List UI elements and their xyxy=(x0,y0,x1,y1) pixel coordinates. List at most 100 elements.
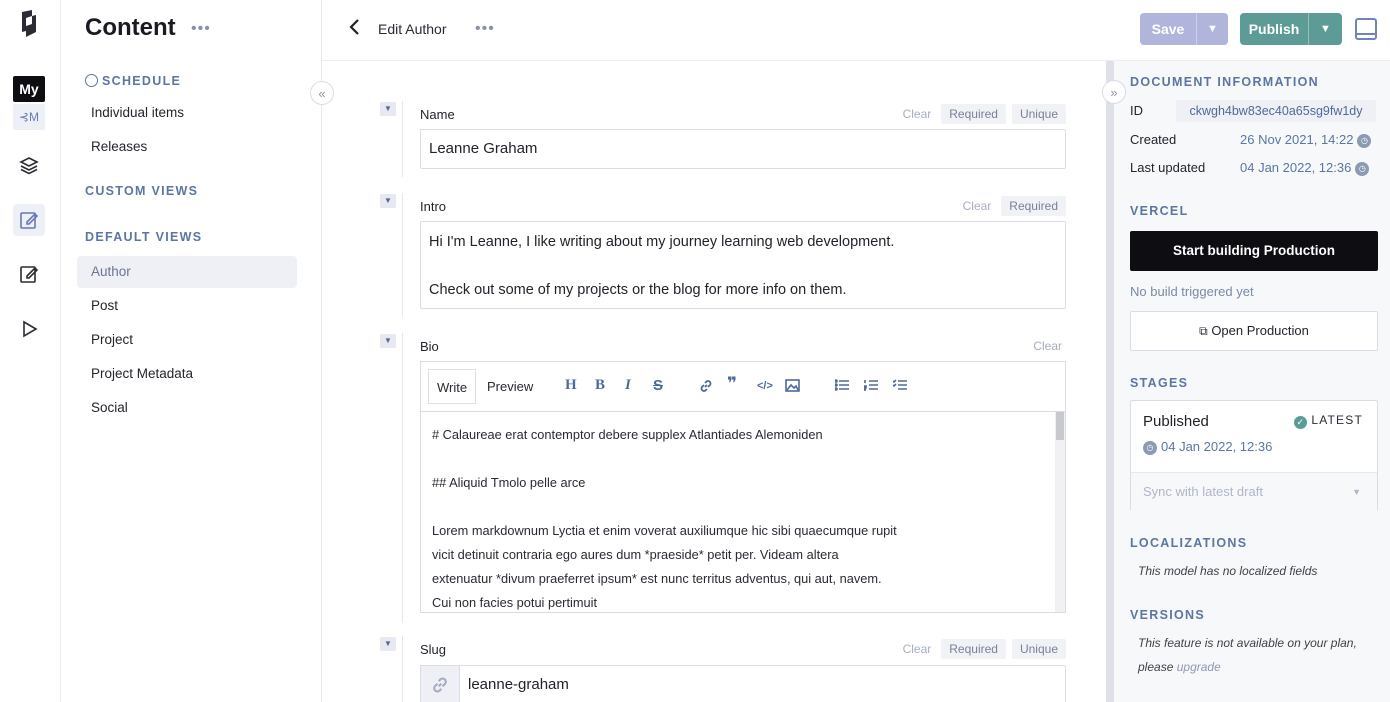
markdown-toolbar: Write Preview H B I S ❞ </> xyxy=(420,361,1066,411)
clear-slug-button[interactable]: Clear xyxy=(899,639,936,659)
field-collapse-icon[interactable]: ▼ xyxy=(380,334,396,348)
unique-badge: Unique xyxy=(1011,104,1066,124)
bio-line: Cui non facies potui pertimuit xyxy=(432,595,598,610)
environment-badge[interactable]: ⊰M xyxy=(13,104,45,130)
bio-line: Lorem markdownum Lyctia et enim voverat … xyxy=(432,523,897,538)
publish-dropdown-icon[interactable]: ▼ xyxy=(1308,13,1342,45)
collapse-sidebar-icon[interactable]: « xyxy=(310,81,334,105)
field-guide xyxy=(402,193,403,317)
intro-line: Check out some of my projects or the blo… xyxy=(429,282,847,298)
sidebar-item-project-metadata[interactable]: Project Metadata xyxy=(77,358,297,390)
slug-badges: Clear Required Unique xyxy=(899,639,1066,659)
content-edit-icon[interactable] xyxy=(13,204,45,236)
italic-icon[interactable]: I xyxy=(625,377,631,394)
expand-panel-icon[interactable]: » xyxy=(1102,80,1126,104)
versions-heading: VERSIONS xyxy=(1130,608,1205,622)
sidebar-item-releases[interactable]: Releases xyxy=(77,131,297,163)
scrollbar-thumb[interactable] xyxy=(1056,412,1064,440)
back-arrow-icon[interactable] xyxy=(348,18,360,42)
save-label[interactable]: Save xyxy=(1140,21,1196,37)
start-building-button[interactable]: Start building Production xyxy=(1130,231,1378,271)
sidebar-item-individual-items[interactable]: Individual items xyxy=(77,97,297,129)
sidebar-item-author[interactable]: Author xyxy=(77,256,297,288)
image-icon[interactable] xyxy=(785,379,800,395)
publish-button[interactable]: Publish ▼ xyxy=(1240,13,1342,45)
slug-label: Slug xyxy=(420,642,447,657)
versions-text: This feature is not available on your pl… xyxy=(1138,636,1357,650)
field-guide xyxy=(402,636,403,702)
quote-icon[interactable]: ❞ xyxy=(727,374,737,394)
stage-date: ◷ 04 Jan 2022, 12:36 xyxy=(1143,439,1272,455)
breadcrumb: Edit Author xyxy=(378,21,447,37)
bio-textarea[interactable]: # Calaureae erat contemptor debere suppl… xyxy=(420,411,1066,613)
sync-draft-select[interactable]: Sync with latest draft ▼ xyxy=(1131,472,1377,511)
hygraph-logo-icon[interactable] xyxy=(13,8,45,40)
save-dropdown-icon[interactable]: ▼ xyxy=(1196,13,1228,45)
default-views-heading: DEFAULT VIEWS xyxy=(85,230,203,244)
clear-bio-button[interactable]: Clear xyxy=(1029,336,1066,356)
localizations-heading: LOCALIZATIONS xyxy=(1130,536,1248,550)
id-value[interactable]: ckwgh4bw83ec40a65sg9fw1dy xyxy=(1176,100,1376,122)
toggle-panel-icon[interactable] xyxy=(1355,18,1377,40)
field-collapse-icon[interactable]: ▼ xyxy=(380,194,396,208)
editor-header: Edit Author ••• Save ▼ Publish ▼ xyxy=(322,0,1390,61)
intro-badges: Clear Required xyxy=(959,196,1066,216)
stage-card: Published ✓ LATEST ◷ 04 Jan 2022, 12:36 Sy… xyxy=(1130,400,1378,511)
slug-input[interactable]: leanne-graham xyxy=(460,665,1066,702)
sidebar-item-post[interactable]: Post xyxy=(77,290,297,322)
field-collapse-icon[interactable]: ▼ xyxy=(380,102,396,116)
edit-icon[interactable] xyxy=(13,258,45,290)
info-panel: DOCUMENT INFORMATION ID ckwgh4bw83ec40a6… xyxy=(1114,61,1390,702)
document-info-heading: DOCUMENT INFORMATION xyxy=(1130,75,1319,89)
sidebar-item-social[interactable]: Social xyxy=(77,392,297,424)
field-guide xyxy=(402,101,403,177)
clear-intro-button[interactable]: Clear xyxy=(959,196,996,216)
required-badge: Required xyxy=(941,639,1006,659)
intro-textarea[interactable]: Hi I'm Leanne, I like writing about my j… xyxy=(420,221,1066,309)
bio-line: extenuatur *divum praeferret ipsum* est … xyxy=(432,571,882,586)
tab-preview[interactable]: Preview xyxy=(479,369,541,404)
avatar-icon: ◷ xyxy=(1357,133,1372,148)
name-label: Name xyxy=(420,107,455,122)
tab-write[interactable]: Write xyxy=(428,369,477,404)
panel-divider[interactable] xyxy=(1106,61,1114,702)
chevron-down-icon: ▼ xyxy=(1352,487,1361,497)
stages-heading: STAGES xyxy=(1130,376,1189,390)
updated-value: 04 Jan 2022, 12:36 ◷ xyxy=(1240,160,1370,176)
bold-icon[interactable]: B xyxy=(595,377,605,394)
code-icon[interactable]: </> xyxy=(757,380,773,392)
updated-label: Last updated xyxy=(1130,160,1206,175)
latest-badge: ✓ LATEST xyxy=(1294,413,1363,429)
field-collapse-icon[interactable]: ▼ xyxy=(380,637,396,651)
bullet-list-icon[interactable] xyxy=(834,379,849,394)
required-badge: Required xyxy=(941,104,1006,124)
build-status: No build triggered yet xyxy=(1130,284,1254,299)
name-input[interactable]: Leanne Graham xyxy=(420,129,1066,169)
project-avatar[interactable]: My xyxy=(13,76,45,102)
clock-icon xyxy=(85,74,98,87)
id-label: ID xyxy=(1130,103,1143,118)
save-button[interactable]: Save ▼ xyxy=(1140,13,1228,45)
upgrade-link[interactable]: upgrade xyxy=(1177,660,1221,674)
clear-name-button[interactable]: Clear xyxy=(899,104,936,124)
icon-rail: My ⊰M xyxy=(0,0,61,702)
field-guide xyxy=(402,333,403,623)
link-icon[interactable] xyxy=(699,379,713,396)
unique-badge: Unique xyxy=(1011,639,1066,659)
layers-icon[interactable] xyxy=(13,150,45,182)
sidebar-title: Content xyxy=(85,14,176,41)
heading-icon[interactable]: H xyxy=(565,377,577,394)
publish-label[interactable]: Publish xyxy=(1240,21,1308,37)
play-icon[interactable] xyxy=(13,313,45,345)
bio-line: # Calaureae erat contemptor debere suppl… xyxy=(432,427,823,442)
bio-badges: Clear xyxy=(1029,336,1066,356)
check-icon: ✓ xyxy=(1294,416,1308,429)
checklist-icon[interactable] xyxy=(892,379,907,394)
sidebar-item-project[interactable]: Project xyxy=(77,324,297,356)
open-production-button[interactable]: ⧉ Open Production xyxy=(1130,311,1378,351)
numbered-list-icon[interactable] xyxy=(863,379,878,394)
bio-scrollbar[interactable] xyxy=(1055,412,1065,612)
sidebar-more-button[interactable]: ••• xyxy=(191,20,211,38)
more-options-button[interactable]: ••• xyxy=(475,20,495,38)
strikethrough-icon[interactable]: S xyxy=(653,377,663,394)
